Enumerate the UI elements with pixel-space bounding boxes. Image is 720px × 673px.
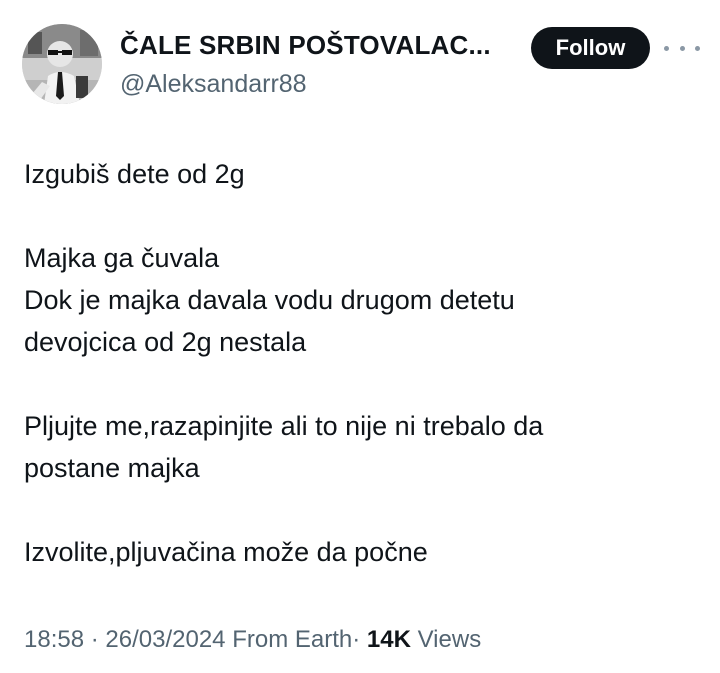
user-handle[interactable]: @Aleksandarr88	[120, 70, 307, 99]
more-horizontal-icon[interactable]	[664, 36, 700, 60]
tweet-line: Izvolite,pljuvačina može da počne	[24, 537, 428, 567]
profile-photo-icon	[22, 24, 102, 104]
tweet-line: Majka ga čuvala	[24, 243, 220, 273]
dot	[664, 45, 669, 51]
tweet-line: devojcica od 2g nestala	[24, 327, 307, 357]
tweet-line: Izgubiš dete od 2g	[24, 159, 245, 189]
dot	[695, 45, 700, 51]
tweet-time[interactable]: 18:58	[24, 626, 84, 653]
tweet-text: Izgubiš dete od 2g Majka ga čuvala Dok j…	[24, 153, 704, 573]
separator: ·	[352, 626, 361, 653]
tweet-line: Pljujte me,razapinjite ali to nije ni tr…	[24, 411, 544, 441]
tweet-date[interactable]: 26/03/2024	[105, 626, 225, 653]
tweet-meta: 18:58 · 26/03/2024 From Earth· 14K Views	[24, 626, 481, 654]
follow-button[interactable]: Follow	[531, 27, 650, 69]
tweet-source: From Earth	[232, 626, 353, 653]
display-name[interactable]: ČALE SRBIN POŠTOVALAC...	[120, 30, 491, 61]
tweet-line: postane majka	[24, 453, 200, 483]
avatar[interactable]	[22, 24, 102, 104]
tweet-card: ČALE SRBIN POŠTOVALAC... @Aleksandarr88 …	[0, 0, 720, 673]
dot	[679, 45, 685, 51]
tweet-line: Dok je majka davala vodu drugom detetu	[24, 285, 515, 315]
views-label[interactable]: Views	[418, 626, 482, 653]
separator: ·	[90, 626, 99, 653]
views-count[interactable]: 14K	[367, 626, 411, 653]
